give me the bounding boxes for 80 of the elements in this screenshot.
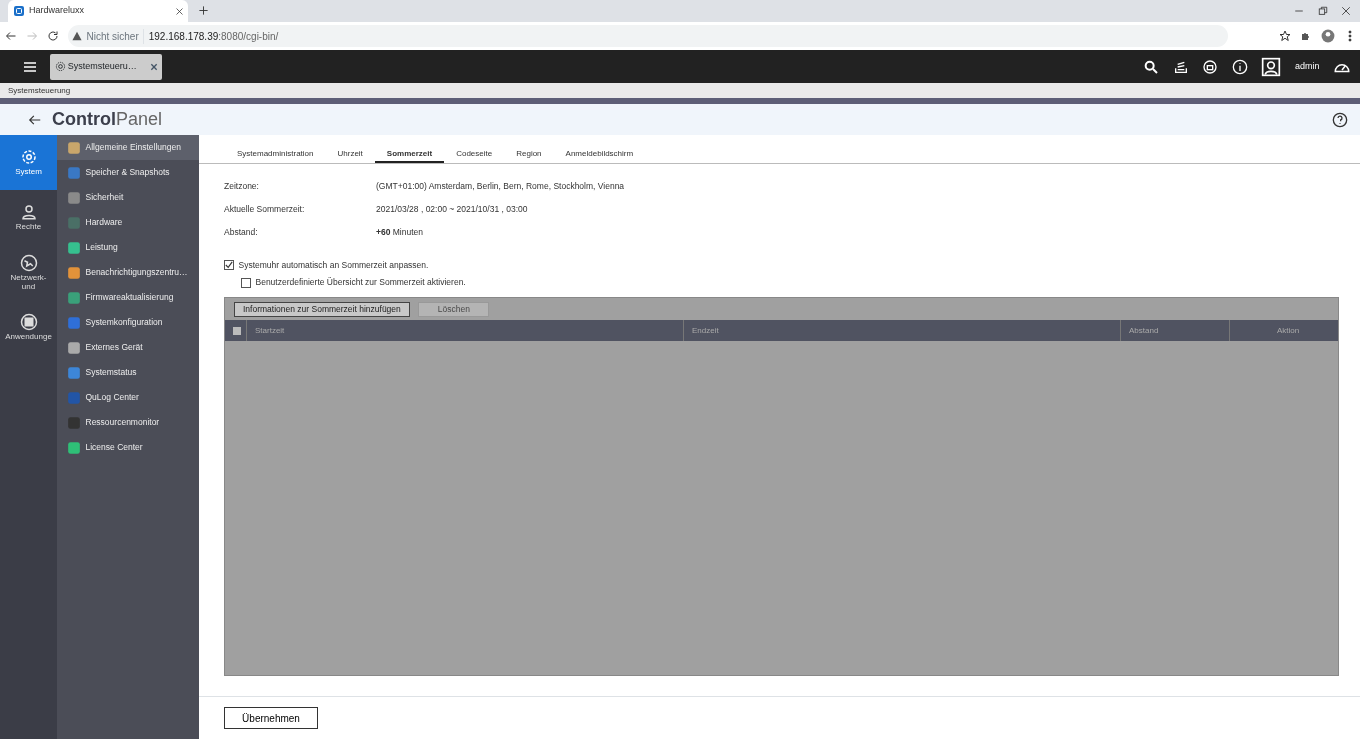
tab[interactable]: Sommerzeit — [374, 147, 445, 163]
app-icon — [67, 440, 81, 455]
app-tab[interactable]: Systemsteueru… — [50, 53, 162, 80]
address-field[interactable]: Nicht sicher 192.168.178.39:8080/cgi-bin/ — [67, 25, 1228, 47]
app-icon — [67, 165, 81, 180]
rail-item[interactable]: Anwendunge — [0, 300, 57, 355]
app-icon — [67, 265, 81, 280]
tab[interactable]: Systemadministration — [225, 147, 326, 163]
app-icon — [67, 390, 81, 405]
menu-item[interactable]: Hardware — [57, 210, 199, 235]
menu-item[interactable]: Allgemeine Einstellungen — [57, 135, 199, 160]
app-icon — [67, 190, 81, 205]
warning-icon — [72, 31, 82, 41]
app-icon — [67, 415, 81, 430]
help-icon[interactable] — [1332, 111, 1348, 128]
info-icon[interactable] — [1232, 58, 1248, 75]
app-icon — [67, 140, 81, 155]
rail-item[interactable]: System — [0, 135, 57, 190]
menu-item[interactable]: Firmwareaktualisierung — [57, 285, 199, 310]
gear-icon — [19, 148, 38, 167]
search-icon[interactable] — [1143, 58, 1160, 75]
profile-icon[interactable] — [1320, 29, 1335, 43]
checkbox-label: Systemuhr automatisch an Sommerzeit anpassen. — [238, 259, 429, 272]
column-header: Abstand — [1129, 324, 1159, 337]
browser-tab[interactable]: Hardwareluxx — [8, 0, 188, 22]
restore-icon[interactable] — [1317, 6, 1328, 16]
field-label: Abstand: — [224, 226, 259, 239]
globe-icon — [19, 254, 38, 272]
menu-item[interactable]: Externes Gerät — [57, 335, 199, 360]
security-label: Nicht sicher — [86, 28, 145, 44]
tab[interactable]: Region — [504, 147, 554, 163]
checkbox[interactable] — [224, 260, 234, 271]
rail-item[interactable]: Netzwerk- und — [0, 245, 57, 300]
tab[interactable]: Anmeldebildschirm — [553, 147, 646, 163]
close-icon[interactable] — [1341, 6, 1351, 16]
field-label: Zeitzone: — [224, 180, 260, 193]
url-text: 192.168.178.39:8080/cgi-bin/ — [148, 29, 279, 44]
site-icon — [12, 5, 25, 17]
menu-item[interactable]: Systemkonfiguration — [57, 310, 199, 335]
user-menu[interactable]: admin — [1295, 59, 1320, 74]
reload-icon[interactable] — [46, 30, 59, 42]
plus-icon[interactable] — [198, 5, 209, 16]
star-icon[interactable] — [1278, 30, 1291, 42]
app-icon — [67, 240, 81, 255]
gear-icon — [54, 61, 66, 72]
app-icon — [67, 290, 81, 305]
tab[interactable]: Uhrzeit — [325, 147, 375, 163]
app-icon — [67, 340, 81, 355]
app-icon — [67, 365, 81, 380]
column-header: Aktion — [1276, 324, 1300, 337]
menu-item[interactable]: Sicherheit — [57, 185, 199, 210]
menu-item[interactable]: QuLog Center — [57, 385, 199, 410]
menu-item[interactable]: License Center — [57, 435, 199, 460]
close-icon[interactable] — [174, 6, 184, 16]
toolbar-button[interactable]: Informationen zur Sommerzeit hinzufügen — [234, 301, 410, 317]
checkbox-label: Benutzerdefinierte Übersicht zur Sommerzeit aktivieren. — [255, 276, 466, 289]
app-icon — [67, 315, 81, 330]
apply-button[interactable]: Übernehmen — [224, 707, 318, 729]
field-value: +60 Minuten — [376, 226, 424, 239]
tab[interactable]: Codeseite — [444, 147, 505, 163]
app-icon — [67, 215, 81, 230]
checkbox[interactable] — [241, 277, 251, 288]
checkbox[interactable] — [233, 326, 241, 335]
app-title: ControlPanel — [52, 108, 163, 131]
window-title: Systemsteuerung — [8, 84, 71, 97]
menu-item[interactable]: Ressourcenmonitor — [57, 410, 199, 435]
close-icon[interactable] — [149, 62, 158, 71]
menu-item[interactable]: Systemstatus — [57, 360, 199, 385]
rail-item[interactable]: Rechte — [0, 190, 57, 245]
menu-item[interactable]: Leistung — [57, 235, 199, 260]
field-label: Aktuelle Sommerzeit: — [224, 203, 306, 216]
tab-title: Hardwareluxx — [29, 4, 86, 18]
menu-item[interactable]: Benachrichtigungszentru… — [57, 260, 199, 285]
field-value: (GMT+01:00) Amsterdam, Berlin, Bern, Rome, Stockholm, Vienna — [376, 180, 625, 193]
avatar-icon[interactable] — [1261, 56, 1282, 77]
column-header: Startzeit — [255, 324, 285, 337]
user-icon — [19, 203, 38, 222]
menu-item[interactable]: Speicher & Snapshots — [57, 160, 199, 185]
column-header: Endzeit — [692, 324, 719, 337]
field-value: 2021/03/28 , 02:00 ~ 2021/10/31 , 03:00 — [376, 203, 528, 216]
